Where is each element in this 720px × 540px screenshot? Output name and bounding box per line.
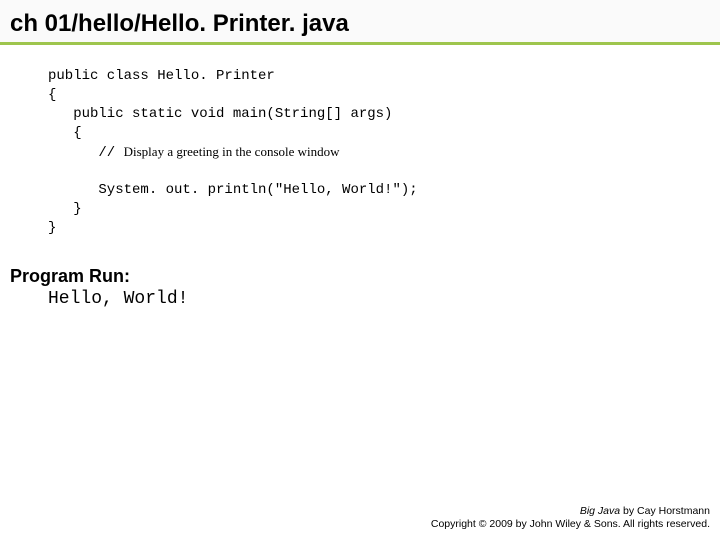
comment-slashes: // — [48, 145, 124, 161]
code-line: System. out. println("Hello, World!"); — [48, 182, 418, 198]
code-comment-line: // Display a greeting in the console win… — [48, 145, 340, 161]
footer: Big Java by Cay Horstmann Copyright © 20… — [431, 505, 710, 532]
code-line: public static void main(String[] args) — [48, 106, 392, 122]
code-line: } — [48, 201, 82, 217]
program-run-output: Hello, World! — [0, 289, 720, 309]
code-line: public class Hello. Printer — [48, 68, 275, 84]
footer-copyright: Copyright © 2009 by John Wiley & Sons. A… — [431, 518, 710, 532]
footer-line-1: Big Java by Cay Horstmann — [431, 505, 710, 519]
code-line: { — [48, 87, 56, 103]
book-title: Big Java — [580, 505, 620, 517]
slide-title: ch 01/hello/Hello. Printer. java — [0, 0, 720, 45]
program-run-label: Program Run: — [0, 238, 720, 289]
code-line: } — [48, 220, 56, 236]
code-block: public class Hello. Printer { public sta… — [0, 45, 720, 238]
footer-author: by Cay Horstmann — [620, 505, 710, 517]
code-line: { — [48, 125, 82, 141]
comment-text: Display a greeting in the console window — [124, 144, 340, 159]
